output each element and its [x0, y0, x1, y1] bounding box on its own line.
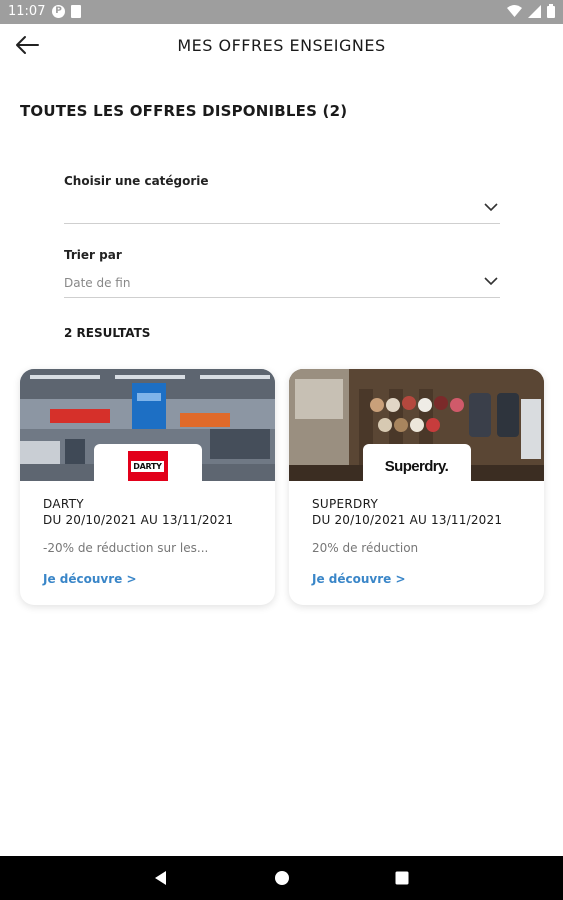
- offer-description: -20% de réduction sur les...: [43, 541, 209, 555]
- home-circle-icon[interactable]: [272, 868, 292, 888]
- sort-filter: Trier par Date de fin: [64, 248, 500, 298]
- category-filter: Choisir une catégorie: [64, 174, 500, 224]
- category-select[interactable]: [64, 196, 500, 224]
- system-nav-bar: [0, 856, 563, 900]
- chevron-down-icon: [484, 277, 498, 286]
- back-triangle-icon[interactable]: [151, 868, 171, 888]
- signal-icon: [528, 4, 541, 18]
- chevron-down-icon: [484, 203, 498, 212]
- category-filter-label: Choisir une catégorie: [64, 174, 209, 188]
- wifi-icon: [507, 4, 522, 17]
- app-notification-icon: P: [52, 5, 65, 18]
- results-count: 2 RESULTATS: [64, 326, 151, 340]
- offer-dates: DU 20/10/2021 AU 13/11/2021: [43, 513, 234, 527]
- status-time: 11:07: [8, 4, 46, 19]
- superdry-logo-text: Superdry.: [384, 457, 449, 475]
- section-title: TOUTES LES OFFRES DISPONIBLES (2): [20, 102, 348, 120]
- app-bar: MES OFFRES ENSEIGNES: [0, 24, 563, 68]
- battery-icon: [547, 4, 555, 18]
- offer-dates: DU 20/10/2021 AU 13/11/2021: [312, 513, 503, 527]
- offer-card-darty[interactable]: DARTY DARTY DU 20/10/2021 AU 13/11/2021 …: [20, 369, 275, 605]
- offer-brand: SUPERDRY: [312, 497, 379, 511]
- offer-brand: DARTY: [43, 497, 84, 511]
- sim-card-icon: [71, 5, 81, 18]
- discover-link[interactable]: Je découvre >: [312, 572, 406, 586]
- sort-select[interactable]: Date de fin: [64, 270, 500, 298]
- sort-filter-label: Trier par: [64, 248, 122, 262]
- offer-card-superdry[interactable]: Superdry. SUPERDRY DU 20/10/2021 AU 13/1…: [289, 369, 544, 605]
- page-title: MES OFFRES ENSEIGNES: [177, 36, 386, 55]
- offer-description: 20% de réduction: [312, 541, 419, 555]
- status-bar: 11:07 P: [0, 0, 563, 24]
- darty-logo: DARTY: [93, 444, 202, 488]
- discover-link[interactable]: Je découvre >: [43, 572, 137, 586]
- recents-square-icon[interactable]: [392, 868, 412, 888]
- superdry-logo: Superdry.: [362, 444, 471, 488]
- sort-select-value: Date de fin: [64, 276, 131, 290]
- darty-logo-text: DARTY: [131, 460, 164, 472]
